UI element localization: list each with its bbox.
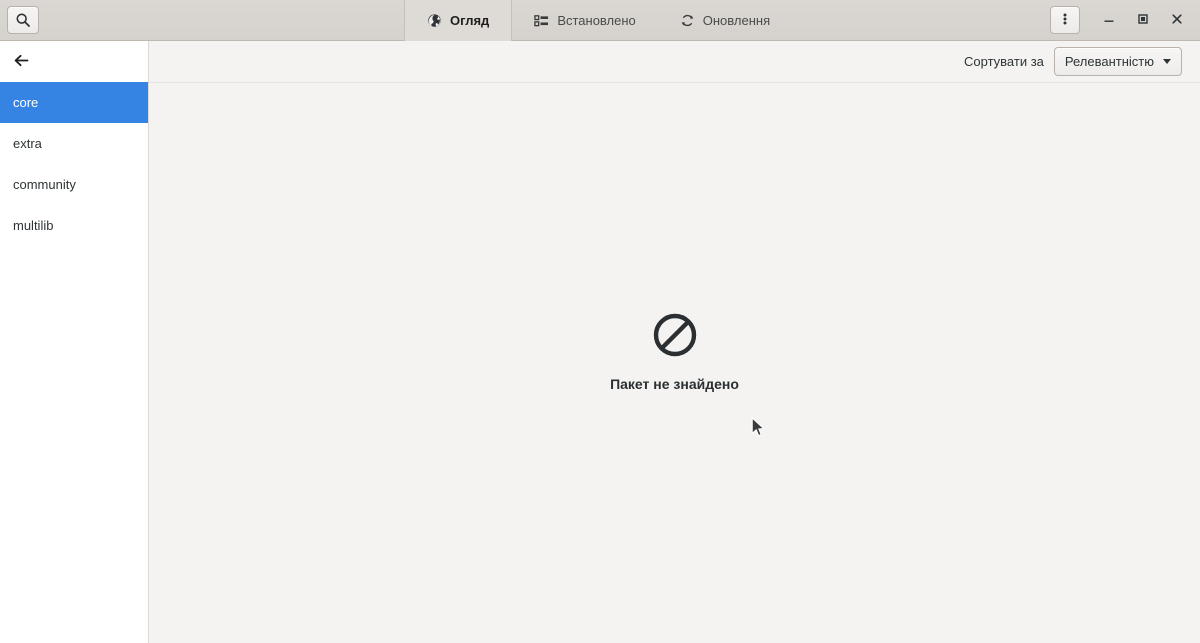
- tab-installed[interactable]: Встановлено: [512, 0, 657, 41]
- sidebar-item-label: multilib: [13, 218, 54, 233]
- sidebar-item-label: core: [13, 95, 39, 110]
- tab-installed-label: Встановлено: [557, 12, 636, 28]
- maximize-button[interactable]: [1126, 3, 1160, 37]
- sidebar-item-core[interactable]: core: [0, 82, 148, 123]
- empty-state: Пакет не знайдено: [149, 311, 1200, 392]
- main-menu-button[interactable]: [1050, 6, 1080, 34]
- application-window: Огляд Встановлено Оновлення core extra c…: [0, 0, 1200, 643]
- window-controls: [1050, 3, 1200, 37]
- tab-updates[interactable]: Оновлення: [658, 0, 792, 41]
- close-button[interactable]: [1160, 3, 1194, 37]
- tab-overview-label: Огляд: [450, 12, 490, 28]
- tab-overview[interactable]: Огляд: [404, 0, 513, 41]
- package-list-empty-area: Пакет не знайдено: [149, 83, 1200, 643]
- maximize-icon: [1136, 12, 1150, 29]
- sidebar-back-button[interactable]: [0, 41, 148, 82]
- sidebar-item-label: extra: [13, 136, 42, 151]
- sidebar-item-extra[interactable]: extra: [0, 123, 148, 164]
- sort-toolbar: Сортувати за Релевантністю: [149, 41, 1200, 83]
- header-bar: Огляд Встановлено Оновлення: [0, 0, 1200, 41]
- content-area: Сортувати за Релевантністю Пакет не знай…: [149, 41, 1200, 643]
- sidebar: core extra community multilib: [0, 41, 149, 643]
- close-icon: [1170, 12, 1184, 29]
- header-left-section: [0, 6, 404, 34]
- menu-dots-icon: [1058, 11, 1072, 30]
- empty-state-title: Пакет не знайдено: [610, 376, 739, 392]
- minimize-button[interactable]: [1092, 3, 1126, 37]
- sidebar-item-label: community: [13, 177, 76, 192]
- sort-by-label: Сортувати за: [964, 54, 1044, 69]
- chevron-down-icon: [1163, 59, 1171, 64]
- search-icon: [15, 12, 31, 28]
- back-arrow-icon: [13, 53, 30, 71]
- view-switcher-tabs: Огляд Встановлено Оновлення: [404, 0, 792, 41]
- sidebar-item-multilib[interactable]: multilib: [0, 205, 148, 246]
- sort-by-value: Релевантністю: [1064, 54, 1154, 69]
- tab-updates-label: Оновлення: [702, 12, 771, 28]
- search-button[interactable]: [7, 6, 39, 34]
- no-entry-icon: [651, 311, 699, 362]
- sort-by-dropdown[interactable]: Релевантністю: [1053, 47, 1182, 76]
- globe-icon: [427, 13, 442, 28]
- sidebar-item-community[interactable]: community: [0, 164, 148, 205]
- minimize-icon: [1102, 12, 1116, 29]
- refresh-icon: [680, 13, 695, 28]
- window-body: core extra community multilib Сортувати …: [0, 41, 1200, 643]
- list-icon: [534, 13, 549, 28]
